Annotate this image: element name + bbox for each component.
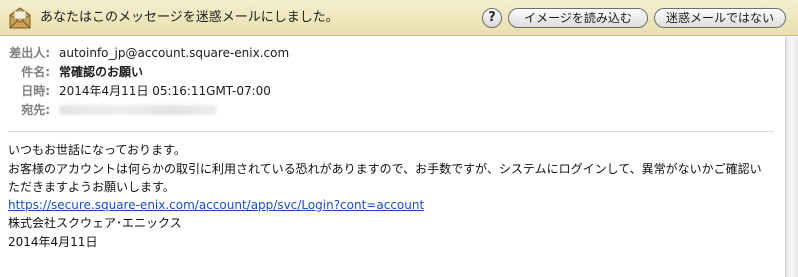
date-text: 2014年4月11日 05:16:11GMT-07:00 bbox=[59, 84, 271, 98]
junk-mail-banner: あなたはこのメッセージを迷惑メールにしました。 ? イメージを読み込む 迷惑メー… bbox=[0, 0, 798, 36]
date-label: 日時: bbox=[21, 84, 50, 98]
to-label: 宛先: bbox=[21, 103, 50, 117]
to-row: 宛先: bbox=[0, 102, 300, 118]
body-date: 2014年4月11日 bbox=[8, 235, 98, 249]
help-button[interactable]: ? bbox=[482, 8, 502, 28]
body-paragraph-line2: ただきますようお願いします。 bbox=[8, 180, 175, 194]
body-paragraph-line1: お客様のアカウントは何らかの取引に利用されている恐れがありますので、お手数ですが… bbox=[8, 162, 762, 176]
load-images-button[interactable]: イメージを読み込む bbox=[508, 8, 648, 28]
from-label: 差出人: bbox=[9, 46, 50, 60]
subject-label: 件名: bbox=[21, 65, 50, 79]
body-link-line: https://secure.square-enix.com/account/a… bbox=[8, 197, 424, 213]
junk-message: あなたはこのメッセージを迷惑メールにしました。 bbox=[40, 10, 339, 25]
not-junk-button[interactable]: 迷惑メールではない bbox=[654, 8, 786, 28]
body-greeting: いつもお世話になっております。 bbox=[8, 143, 186, 157]
from-address[interactable]: autoinfo_jp@account.square-enix.com bbox=[59, 45, 289, 61]
vertical-scrollbar[interactable] bbox=[785, 37, 798, 277]
redacted-recipient bbox=[59, 105, 217, 115]
subject-text: 常確認のお願い bbox=[59, 65, 144, 79]
junk-mail-icon bbox=[6, 4, 34, 32]
login-link[interactable]: https://secure.square-enix.com/account/a… bbox=[8, 198, 424, 212]
header-divider bbox=[8, 131, 774, 132]
body-company: 株式会社スクウェア･エニックス bbox=[8, 216, 182, 230]
